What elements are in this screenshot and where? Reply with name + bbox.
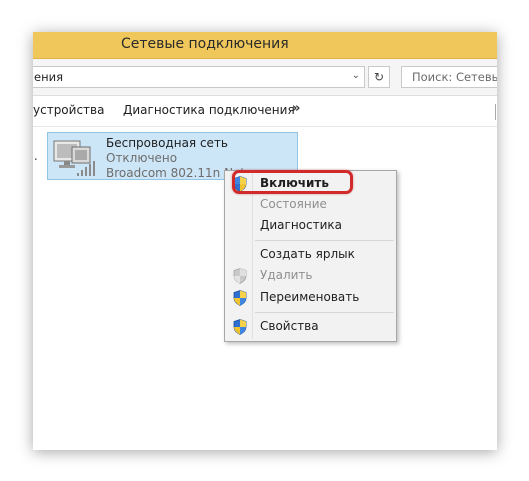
menu-item-label: Диагностика (260, 218, 343, 232)
menu-item-label: Переименовать (260, 290, 360, 304)
menu-item-status[interactable]: Состояние (225, 194, 396, 216)
command-bar: устройства Диагностика подключения » (33, 96, 497, 127)
search-input[interactable]: Поиск: Сетевые (401, 66, 497, 88)
menu-item-diagnostics[interactable]: Диагностика (225, 215, 396, 237)
view-options-icon[interactable] (495, 104, 497, 120)
chevron-down-icon[interactable]: ⌄ (352, 70, 360, 81)
highlight-annotation (232, 170, 353, 194)
menu-separator (255, 312, 394, 313)
address-bar: ения ⌄ ↻ Поиск: Сетевые (33, 59, 497, 96)
uac-shield-icon (233, 268, 247, 284)
toolbar-devices-button[interactable]: устройства (33, 103, 104, 117)
menu-item-delete[interactable]: Удалить (225, 265, 396, 287)
address-field[interactable]: ения ⌄ (33, 66, 365, 88)
menu-separator (255, 240, 394, 241)
menu-item-rename[interactable]: Переименовать (225, 287, 396, 309)
title-bar: Сетевые подключения (33, 32, 497, 59)
adapter-status: Отключено (106, 151, 178, 165)
refresh-icon: ↻ (373, 70, 385, 84)
context-menu: Включить Состояние Диагностика Создать я… (224, 170, 397, 342)
menu-item-create-shortcut[interactable]: Создать ярлык (225, 244, 396, 266)
toolbar-diagnose-button[interactable]: Диагностика подключения (123, 103, 295, 117)
wireless-network-icon (53, 140, 95, 176)
menu-item-label: Состояние (260, 197, 327, 211)
menu-item-label: Создать ярлык (260, 247, 355, 261)
address-path: ения (34, 70, 63, 84)
uac-shield-icon (233, 290, 247, 306)
more-commands-icon[interactable]: » (292, 101, 300, 116)
adapter-name: Беспроводная сеть (106, 136, 229, 150)
uac-shield-icon (233, 319, 247, 335)
refresh-button[interactable]: ↻ (368, 66, 390, 88)
truncated-item-text: .. (33, 149, 38, 163)
menu-item-label: Свойства (260, 319, 319, 333)
menu-item-properties[interactable]: Свойства (225, 316, 396, 338)
menu-item-label: Удалить (260, 268, 313, 282)
window-title: Сетевые подключения (121, 36, 289, 52)
search-placeholder: Поиск: Сетевые (412, 70, 497, 84)
